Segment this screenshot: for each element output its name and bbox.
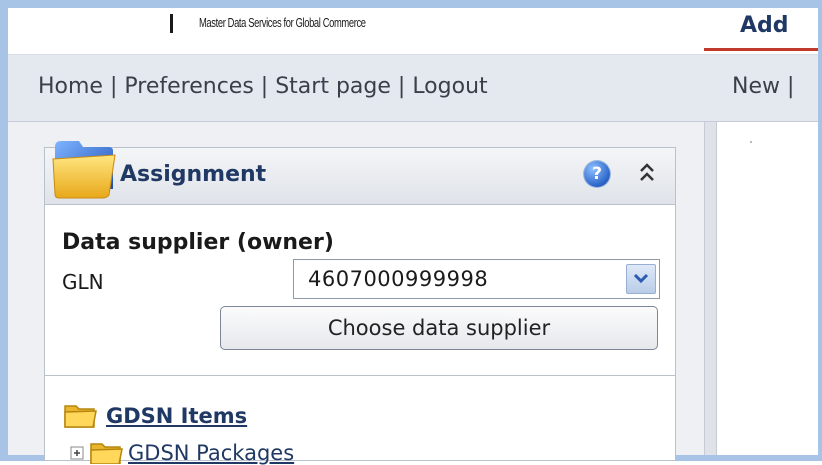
- nav-separator: |: [109, 74, 118, 99]
- column-splitter[interactable]: [704, 122, 717, 455]
- panel-title: Assignment: [120, 162, 267, 187]
- tree-expand-icon[interactable]: [70, 446, 84, 460]
- nav-right-links: New |: [732, 74, 794, 99]
- tree-item-gdsn-packages[interactable]: GDSN Packages: [128, 441, 294, 465]
- gln-selected-value: 4607000999998: [308, 267, 489, 291]
- logo-divider: [170, 14, 173, 33]
- top-header: [8, 8, 818, 55]
- main-content-area: [717, 122, 818, 455]
- content-placeholder-dot: [750, 141, 752, 143]
- dropdown-button[interactable]: [626, 264, 656, 294]
- help-icon[interactable]: ?: [584, 161, 610, 187]
- choose-data-supplier-button[interactable]: Choose data supplier: [220, 306, 658, 350]
- data-supplier-heading: Data supplier (owner): [62, 230, 334, 255]
- gln-label: GLN: [62, 270, 104, 294]
- gln-select[interactable]: 4607000999998: [293, 259, 660, 299]
- folder-icon: [64, 405, 97, 428]
- chevron-down-icon: [633, 273, 649, 284]
- nav-links: Home | Preferences | Start page | Logout: [38, 74, 488, 99]
- tab-add-label: Add: [740, 13, 789, 38]
- nav-separator: |: [260, 74, 269, 99]
- nav-separator: |: [787, 74, 795, 99]
- tab-add[interactable]: Add: [704, 8, 818, 51]
- collapse-icon[interactable]: [637, 158, 657, 188]
- nav-new-link[interactable]: New: [732, 74, 780, 99]
- nav-separator: |: [397, 74, 406, 99]
- nav-home-link[interactable]: Home: [38, 74, 103, 99]
- tagline: Master Data Services for Global Commerce: [199, 15, 366, 30]
- assignment-panel-header: Assignment ?: [45, 141, 675, 205]
- folder-icon: [52, 141, 116, 199]
- double-chevron-up-icon: [640, 163, 654, 181]
- nav-logout-link[interactable]: Logout: [412, 74, 487, 99]
- nav-preferences-link[interactable]: Preferences: [124, 74, 253, 99]
- folder-icon: [90, 443, 123, 464]
- nav-start-page-link[interactable]: Start page: [275, 74, 391, 99]
- tree-item-gdsn-items[interactable]: GDSN Items: [106, 404, 247, 428]
